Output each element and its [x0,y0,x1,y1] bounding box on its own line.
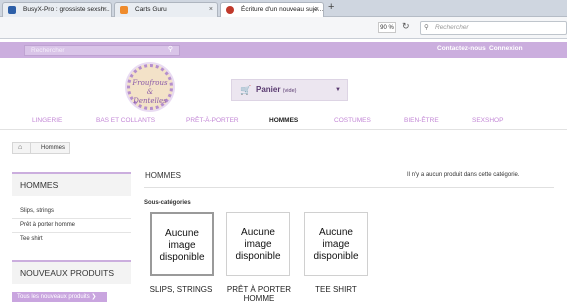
zoom-indicator[interactable]: 90 % [378,22,396,33]
cart-status: (vide) [282,88,297,94]
search-placeholder: Rechercher [435,24,469,31]
sidebar-item-pret-a-porter-homme[interactable]: Prêt à porter homme [20,222,75,228]
site-logo[interactable]: Froufrous & Dentelles [127,64,173,110]
browser-tab-cartsguru[interactable]: Carts Guru × [114,2,218,17]
menu-item-sexshop[interactable]: SEXSHOP [472,117,503,124]
menu-divider [0,129,567,130]
browser-tab-busyx[interactable]: BusyX-Pro : grossiste sexsh... × [2,2,112,17]
menu-item-hommes[interactable]: HOMMES [269,117,298,124]
cart-button[interactable]: 🛒 Panier (vide) ▼ [231,79,348,101]
breadcrumb-current: Hommes [41,145,66,151]
menu-item-bas-collants[interactable]: BAS ET COLLANTS [96,117,155,124]
contact-link[interactable]: Contactez-nous [437,45,486,52]
reload-icon[interactable]: ↻ [402,21,410,32]
chevron-down-icon: ▼ [335,87,341,93]
browser-tab-ecriture[interactable]: Écriture d'un nouveau suje... × [220,2,324,17]
sidebar-item-slips-strings[interactable]: Slips, strings [20,208,54,214]
subcategory-image-slips-strings[interactable]: Aucune image disponible [150,212,214,276]
sidebar-item-tee-shirt[interactable]: Tee shirt [20,236,43,242]
login-link[interactable]: Connexion [489,45,523,52]
logo-line: Dentelles [133,97,167,105]
logo-line: Froufrous [132,79,168,87]
subcategory-image-tee-shirt[interactable]: Aucune image disponible [304,212,368,276]
subcategory-link-tee-shirt[interactable]: TEE SHIRT [296,285,376,294]
all-new-products-button[interactable]: Tous les nouveaux produits ❯ [12,292,107,302]
subcategories-heading: Sous-catégories [144,200,191,206]
search-icon[interactable]: ⚲ [168,45,173,54]
cart-label: Panier [256,85,281,94]
sidebar-divider [12,218,131,219]
cartsguru-favicon-icon [120,6,128,14]
shopping-cart-icon: 🛒 [240,85,252,95]
browser-tab-bar: BusyX-Pro : grossiste sexsh... × Carts G… [0,0,567,17]
close-tab-icon[interactable]: × [209,3,213,16]
menu-item-pret-a-porter[interactable]: PRÊT-À-PORTER [186,117,239,124]
busyx-favicon-icon [8,6,16,14]
close-tab-icon[interactable]: × [315,3,319,16]
tab-title: Carts Guru [135,6,167,13]
tab-title: Écriture d'un nouveau suje... [241,6,324,13]
site-search-input[interactable]: Rechercher ⚲ [24,45,180,56]
title-divider [144,187,554,188]
subcategory-image-pret-a-porter-homme[interactable]: Aucune image disponible [226,212,290,276]
menu-item-costumes[interactable]: COSTUMES [334,117,371,124]
subcategory-link-pret-a-porter-homme[interactable]: PRÊT À PORTER HOMME [219,285,299,303]
breadcrumb: ⌂ Hommes [12,142,70,154]
browser-search-input[interactable]: ⚲ Rechercher [420,21,567,35]
page-title: HOMMES [145,171,181,180]
menu-item-lingerie[interactable]: LINGERIE [32,117,62,124]
forum-favicon-icon [226,6,234,14]
search-icon: ⚲ [424,24,429,31]
close-tab-icon[interactable]: × [103,3,107,16]
tab-title: BusyX-Pro : grossiste sexsh... [23,6,110,13]
new-products-title: NOUVEAUX PRODUITS [12,260,131,284]
subcategory-link-slips-strings[interactable]: SLIPS, STRINGS [141,285,221,294]
site-search-placeholder: Rechercher [31,47,65,54]
new-tab-button[interactable]: + [328,1,334,13]
logo-line: & [146,88,154,96]
sidebar-category-title: HOMMES [12,172,131,196]
home-icon[interactable]: ⌂ [18,143,22,153]
browser-nav-bar: 90 % ↻ ⚲ Rechercher [0,17,567,39]
menu-item-bien-etre[interactable]: BIEN-ÊTRE [404,117,439,124]
sidebar-divider [12,232,131,233]
empty-category-message: Il n'y a aucun produit dans cette catégo… [407,172,520,178]
breadcrumb-separator [30,142,31,154]
